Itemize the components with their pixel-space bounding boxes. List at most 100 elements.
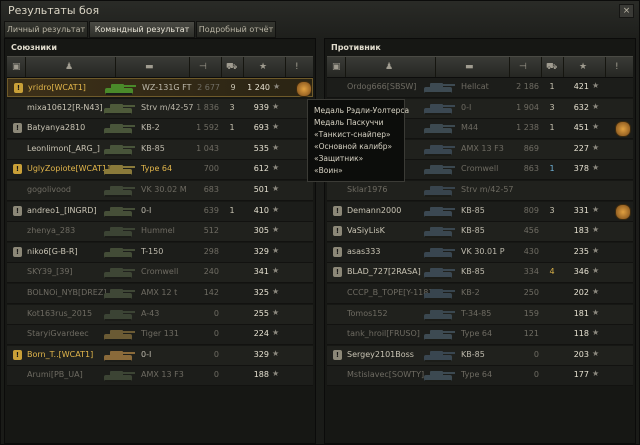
sort-xp-header[interactable]: ★ — [243, 57, 286, 77]
tab-personal-result[interactable]: Личный результат — [4, 21, 88, 38]
star-icon: ★ — [592, 163, 600, 173]
tank-icon — [424, 144, 455, 156]
tab-team-result[interactable]: Командный результат — [89, 21, 195, 38]
table-row[interactable]: StaryiGvardeec Tiger 131 0 224 ★ — [7, 325, 313, 346]
star-icon: ★ — [272, 204, 280, 214]
star-icon: ★ — [273, 82, 281, 91]
table-row[interactable]: CCCP_B_TOPE[Y-118] KB-2 250 202 ★ — [327, 284, 633, 304]
battle-results-window: Результаты боя × Личный результат Команд… — [0, 0, 640, 445]
platoon-icon: ! — [333, 205, 342, 216]
table-row[interactable]: Leonlimon[_ARG_] KB-85 1 043 535 ★ — [7, 139, 313, 160]
sort-vehicle-header[interactable]: ▬ — [435, 57, 510, 77]
table-row[interactable]: Sklar1976 Strv m/42-57 — [327, 181, 633, 201]
star-icon: ★ — [592, 287, 600, 296]
xp-column-icon: ★ — [259, 62, 268, 72]
table-row[interactable]: ! asas333 VK 30.01 P 430 235 ★ — [327, 242, 633, 263]
platoon-icon: ! — [13, 123, 22, 134]
table-row[interactable]: zhenya_283 Hummel 512 305 ★ — [7, 222, 313, 243]
tank-icon — [424, 186, 455, 197]
tank-icon — [104, 206, 135, 218]
xp-value: 1 240 — [247, 83, 270, 92]
tab-detailed-report[interactable]: Подробный отчёт — [196, 21, 276, 38]
sort-player-header[interactable]: ♟ — [345, 57, 436, 77]
xp-column-icon: ★ — [579, 62, 588, 72]
table-row[interactable]: Kot163rus_2015 A-43 0 255 ★ — [7, 304, 313, 325]
damage-value: 683 — [203, 185, 219, 194]
star-icon: ★ — [592, 348, 600, 358]
tooltip-line: «Танкист-снайпер» — [314, 130, 391, 139]
player-name: CCCP_B_TOPE[Y-118] — [347, 288, 432, 297]
table-row[interactable]: ! Demann2000 KB-85 809 3 331 ★ — [327, 201, 633, 222]
table-row[interactable]: SKY39_[39] Cromwell 240 341 ★ — [7, 263, 313, 284]
sort-damage-header[interactable]: ⊣ — [509, 57, 542, 77]
xp-value: 612 — [253, 164, 269, 174]
sort-vehicle-header[interactable]: ▬ — [115, 57, 190, 77]
table-row[interactable]: ! Born_T..[WCAT1] 0-I 0 329 ★ — [7, 345, 313, 366]
sort-kills-header[interactable]: ⛟ — [221, 57, 244, 77]
table-row[interactable]: tank_hroil[FRUSO] Type 64 121 118 ★ — [327, 325, 633, 346]
player-name: Mstislavec[SOWTY] — [347, 370, 425, 380]
tank-icon — [424, 268, 455, 280]
vehicle-name: Hummel — [141, 226, 175, 236]
table-row[interactable]: BOLNOi_NYB[DREZ] AMX 12 t 142 325 ★ — [7, 284, 313, 304]
star-icon: ★ — [592, 369, 600, 379]
table-row[interactable]: Tomos152 T-34-85 159 181 ★ — [327, 304, 633, 325]
tooltip-line: Медаль Паскуччи — [314, 118, 384, 127]
damage-value: 0 — [213, 308, 219, 318]
damage-value: 250 — [523, 288, 539, 297]
platoon-icon: ! — [333, 246, 342, 257]
damage-value: 0 — [213, 329, 219, 339]
table-row[interactable]: mixa10612[R-N43] Strv m/42-57 1 836 3 939 ★ — [7, 98, 313, 119]
vehicle-name: Tiger 131 — [141, 329, 179, 339]
sort-medals-header[interactable]: ! — [285, 57, 313, 77]
tank-icon — [424, 330, 455, 342]
table-row[interactable]: ! BLAD_727[2RASA] KB-85 334 4 346 ★ — [327, 263, 633, 284]
sort-medals-header[interactable]: ! — [605, 57, 633, 77]
tank-icon — [104, 350, 135, 362]
damage-value: 240 — [203, 267, 219, 277]
table-row[interactable]: ! yridro[WCAT1] WZ-131G FT 2 677 9 1 240 ★ — [7, 78, 313, 97]
damage-column-icon: ⊣ — [199, 62, 207, 72]
table-row[interactable]: ! Sergey2101Boss KB-85 0 203 ★ — [327, 345, 633, 366]
tooltip-line: Медаль Рэдли-Уолтерса — [314, 106, 410, 115]
player-name: StaryiGvardeec — [27, 329, 89, 339]
tank-icon — [104, 144, 135, 156]
tank-icon — [424, 124, 455, 136]
player-name: BLAD_727[2RASA] — [347, 267, 421, 277]
table-row[interactable]: ! VaSiyLisK KB-85 456 183 ★ — [327, 222, 633, 243]
sort-xp-header[interactable]: ★ — [563, 57, 606, 77]
table-row[interactable]: Arumi[PB_UA] AMX 13 F3 0 188 ★ — [7, 366, 313, 387]
table-row[interactable]: ! Batyanya2810 KB-2 1 592 1 693 ★ — [7, 119, 313, 140]
platoon-column-icon: ▣ — [332, 62, 341, 72]
sort-player-header[interactable]: ♟ — [25, 57, 116, 77]
xp-value: 224 — [253, 329, 269, 339]
xp-value: 305 — [253, 226, 269, 236]
table-row[interactable]: gogolivood VK 30.02 M 683 501 ★ — [7, 181, 313, 201]
xp-value: 632 — [573, 102, 589, 112]
damage-value: 2 677 — [197, 83, 220, 92]
sort-platoon-header[interactable]: ▣ — [327, 57, 346, 77]
player-name: UglyZopiote[WCAT1] — [27, 164, 111, 174]
damage-value: 0 — [533, 370, 539, 380]
medal-icon[interactable] — [296, 81, 312, 97]
star-icon: ★ — [592, 81, 600, 90]
kills-value: 1 — [229, 123, 235, 133]
sort-damage-header[interactable]: ⊣ — [189, 57, 222, 77]
sort-platoon-header[interactable]: ▣ — [7, 57, 26, 77]
medal-icon[interactable] — [615, 203, 631, 220]
table-row[interactable]: ! niko6[G-B-R] T-150 298 329 ★ — [7, 242, 313, 263]
close-icon[interactable]: × — [619, 4, 634, 18]
tank-icon — [104, 227, 135, 239]
vehicle-name: KB-85 — [461, 226, 485, 236]
table-row[interactable]: ! andreo1_[INGRD] 0-I 639 1 410 ★ — [7, 201, 313, 222]
table-row[interactable]: Mstislavec[SOWTY] Type 64 0 177 ★ — [327, 366, 633, 387]
table-row[interactable]: ! UglyZopiote[WCAT1] Type 64 700 612 ★ — [7, 160, 313, 181]
tank-icon — [104, 268, 135, 280]
table-row[interactable]: Ordog666[SBSW] Hellcat 2 186 1 421 ★ — [327, 78, 633, 98]
medal-icon[interactable] — [615, 121, 631, 138]
vehicle-name: KB-2 — [461, 288, 480, 297]
sort-kills-header[interactable]: ⛟ — [541, 57, 564, 77]
enemies-column-header: ▣ ♟ ▬ ⊣ ⛟ ★ ! — [327, 56, 633, 78]
player-name: zhenya_283 — [27, 226, 76, 236]
star-icon: ★ — [272, 287, 280, 296]
